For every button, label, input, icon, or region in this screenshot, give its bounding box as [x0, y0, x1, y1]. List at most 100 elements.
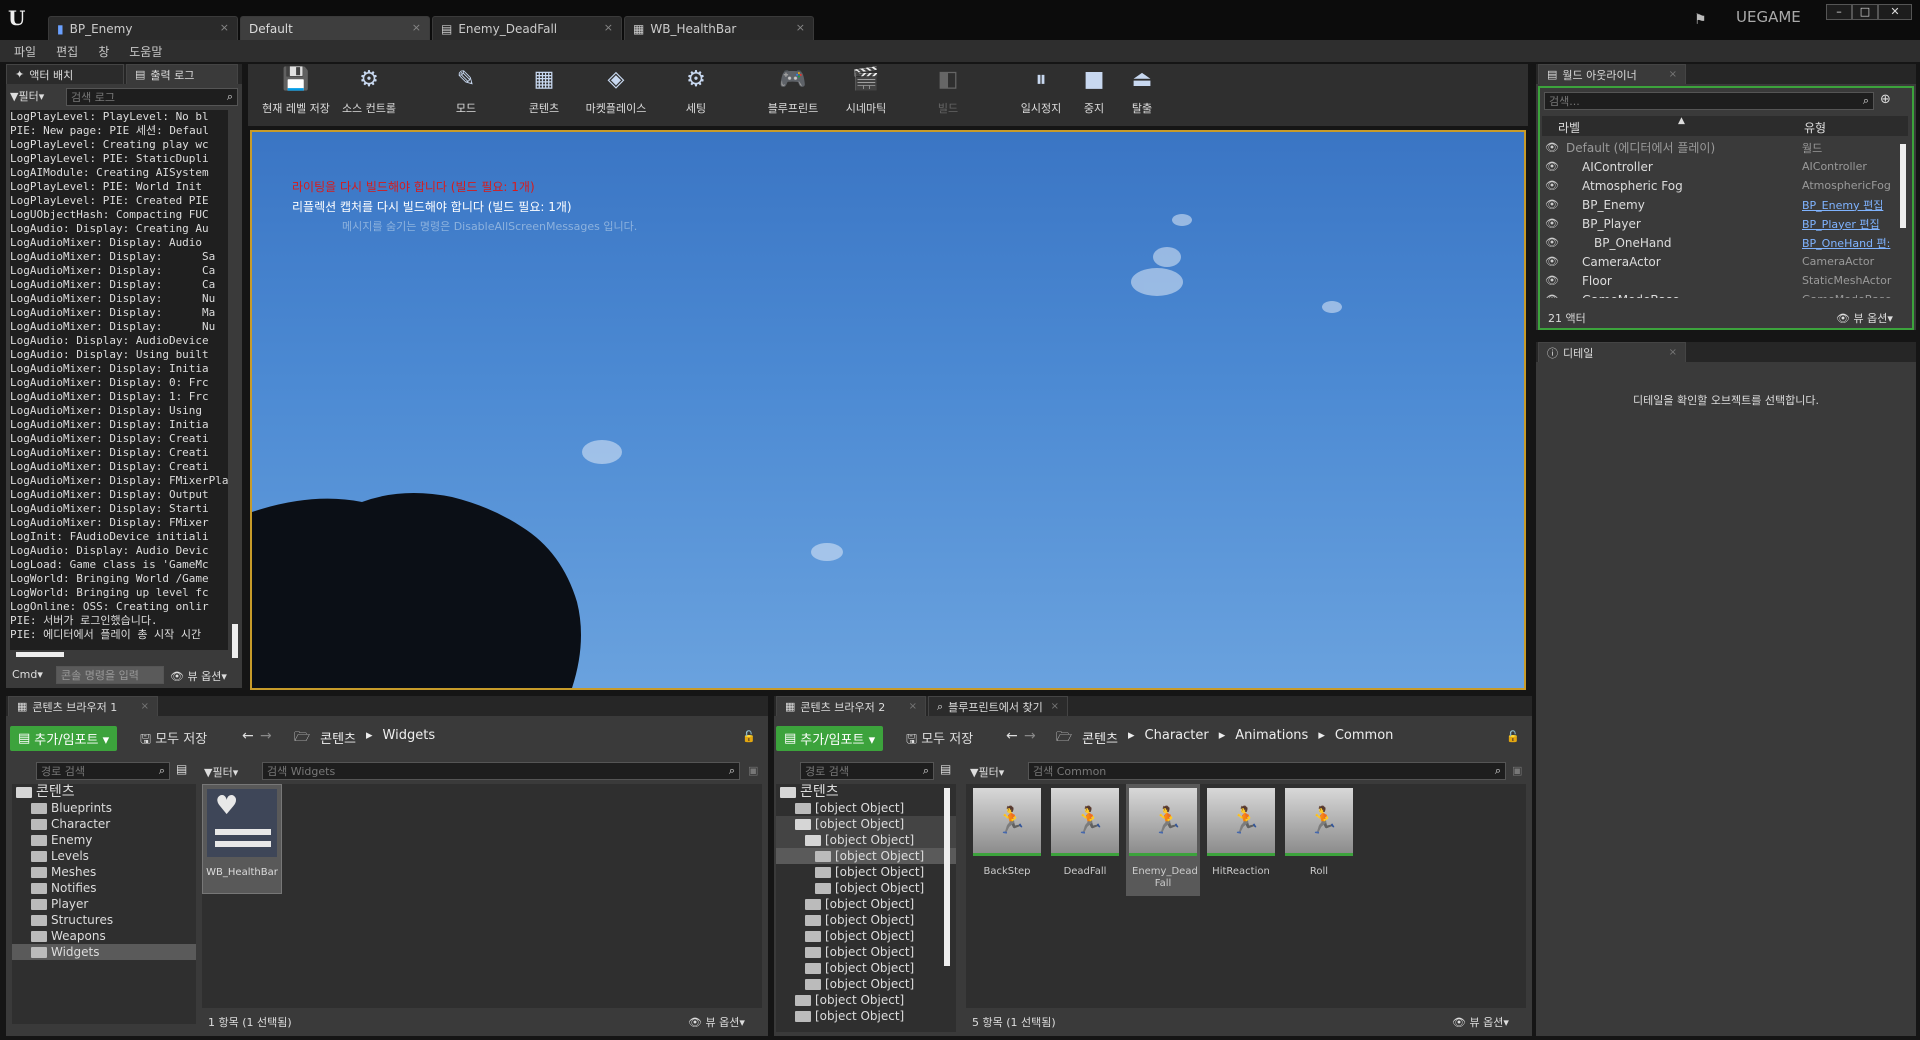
path-search-input[interactable]: 경로 검색 ⌕ [36, 762, 170, 780]
folder-tree-item[interactable]: Meshes [12, 864, 196, 880]
tab-world-outliner[interactable]: ▤ 월드 아웃라이너 × [1538, 64, 1686, 84]
viewport[interactable]: 라이팅을 다시 빌드해야 합니다 (빌드 필요: 1개) 리플렉션 캡처를 다시… [250, 130, 1526, 690]
menu-file[interactable]: 파일 [14, 43, 36, 60]
tab-wb-healthbar[interactable]: ▦ WB_HealthBar × [624, 16, 814, 40]
toolbar-button-1[interactable]: ⚙ 소스 컨트롤 [334, 64, 404, 124]
close-icon[interactable]: × [796, 21, 805, 34]
outliner-row[interactable]: 👁 BP_Player BP_Player 편집 [1542, 214, 1898, 233]
folder-tree-item[interactable]: Blueprints [12, 800, 196, 816]
tab-output-log[interactable]: ▤ 출력 로그 [126, 64, 238, 84]
asset-tile-wb-healthbar[interactable]: ♥ WB_HealthBar [202, 784, 282, 894]
actor-type[interactable]: BP_OneHand 편: [1802, 235, 1890, 251]
tab-enemy-deadfall[interactable]: ▤ Enemy_DeadFall × [432, 16, 622, 40]
folder-tree-item[interactable]: Player [12, 896, 196, 912]
toolbar-button-6[interactable]: 🎮 블루프린트 [760, 64, 826, 124]
notification-icon[interactable]: ⚑ [1694, 12, 1707, 28]
close-window-button[interactable]: ✕ [1878, 4, 1912, 20]
history-back-icon[interactable]: ← [242, 728, 254, 744]
tab-content-browser-1[interactable]: ▦ 콘텐츠 브라우저 1 × [8, 696, 158, 716]
close-icon[interactable]: × [141, 701, 149, 712]
folder-tree-item[interactable]: [object Object] [776, 976, 956, 992]
folder-tree-item[interactable]: Levels [12, 848, 196, 864]
outliner-row[interactable]: 👁 CameraActor CameraActor [1542, 252, 1898, 271]
close-icon[interactable]: × [1051, 701, 1059, 712]
toolbar-button-11[interactable]: ⏏ 탈출 [1124, 64, 1160, 124]
asset-tile-animation[interactable]: 🏃 Enemy_Dead Fall [1126, 784, 1200, 896]
toolbar-button-0[interactable]: 💾 현재 레벨 저장 [256, 64, 336, 124]
close-icon[interactable]: × [1669, 69, 1677, 80]
log-hscrollbar[interactable] [16, 652, 64, 657]
filter-button[interactable]: ▼필터▾ [970, 764, 1004, 780]
outliner-row[interactable]: 👁 Floor StaticMeshActor [1542, 271, 1898, 290]
asset-search-input[interactable]: 검색 Widgets ⌕ [262, 762, 740, 780]
menu-edit[interactable]: 편집 [56, 43, 78, 60]
path-view-icon[interactable]: ▤ [940, 762, 951, 776]
tab-find-in-blueprints[interactable]: ⌕ 블루프린트에서 찾기 × [928, 696, 1068, 716]
tab-default[interactable]: Default × [240, 16, 430, 40]
view-options-button[interactable]: 👁 뷰 옵션▾ [170, 668, 227, 684]
toolbar-button-10[interactable]: ■ 중지 [1076, 64, 1112, 124]
folder-tree-item[interactable]: [object Object] [776, 832, 956, 848]
outliner-view-options[interactable]: 👁 뷰 옵션▾ [1836, 310, 1893, 326]
close-icon[interactable]: × [412, 21, 421, 34]
actor-type[interactable]: BP_Enemy 편집 [1802, 197, 1883, 213]
folder-tree-item[interactable]: Notifies [12, 880, 196, 896]
col-type[interactable]: 유형 [1804, 119, 1826, 136]
add-import-button[interactable]: ▤ 추가/임포트 ▾ [10, 726, 118, 751]
path-view-icon[interactable]: ▤ [176, 762, 187, 776]
asset-tile-animation[interactable]: 🏃 HitReaction [1204, 784, 1278, 884]
folder-tree-item[interactable]: [object Object] [776, 848, 956, 864]
save-search-icon[interactable]: ▣ [1512, 764, 1522, 777]
visibility-eye-icon[interactable]: 👁 [1542, 198, 1562, 211]
close-icon[interactable]: × [604, 21, 613, 34]
visibility-eye-icon[interactable]: 👁 [1542, 255, 1562, 268]
folder-tree-item[interactable]: [object Object] [776, 800, 956, 816]
breadcrumb-widgets[interactable]: Widgets [383, 728, 436, 750]
folder-tree-item[interactable]: [object Object] [776, 1008, 956, 1024]
close-icon[interactable]: × [220, 21, 229, 34]
folder-tree-item[interactable]: [object Object] [776, 816, 956, 832]
outliner-row[interactable]: 👁 Default (에디터에서 플레이) 월드 [1542, 138, 1898, 157]
folder-tree-item[interactable]: [object Object] [776, 992, 956, 1008]
visibility-eye-icon[interactable]: 👁 [1542, 293, 1562, 298]
outliner-scrollbar[interactable] [1900, 144, 1906, 228]
folder-tree-item[interactable]: Enemy [12, 832, 196, 848]
asset-tile-animation[interactable]: 🏃 DeadFall [1048, 784, 1122, 884]
console-command-input[interactable]: 콘솔 명령을 입력 [56, 666, 164, 684]
outliner-row[interactable]: 👁 BP_OneHand BP_OneHand 편: [1542, 233, 1898, 252]
folder-tree-item[interactable]: [object Object] [776, 880, 956, 896]
breadcrumb-content[interactable]: 콘텐츠 [1082, 728, 1118, 750]
tab-bp-enemy[interactable]: ▮ BP_Enemy × [48, 16, 238, 40]
visibility-eye-icon[interactable]: 👁 [1542, 141, 1562, 154]
outliner-row[interactable]: 👁 BP_Enemy BP_Enemy 편집 [1542, 195, 1898, 214]
folder-tree-item[interactable]: [object Object] [776, 928, 956, 944]
folder-tree-item[interactable]: Character [12, 816, 196, 832]
asset-tile-animation[interactable]: 🏃 Roll [1282, 784, 1356, 884]
folder-tree-item[interactable]: 콘텐츠 [12, 784, 196, 800]
filter-button[interactable]: ▼필터▾ [204, 764, 238, 780]
cb1-view-options[interactable]: 👁 뷰 옵션▾ [688, 1014, 745, 1030]
save-all-button[interactable]: 🖫 모두 저장 [906, 728, 973, 752]
actor-type[interactable]: BP_Player 편집 [1802, 216, 1880, 232]
asset-tile-animation[interactable]: 🏃 BackStep [970, 784, 1044, 884]
visibility-eye-icon[interactable]: 👁 [1542, 217, 1562, 230]
history-back-icon[interactable]: ← [1006, 728, 1018, 744]
toolbar-button-8[interactable]: ◧ 빌드 [928, 64, 968, 124]
outliner-row[interactable]: 👁 GameModeBaseGameModeBase [1542, 290, 1898, 299]
toolbar-button-5[interactable]: ⚙ 세팅 [676, 64, 716, 124]
unreal-logo[interactable]: U [8, 6, 34, 32]
menu-help[interactable]: 도움말 [129, 43, 162, 60]
breadcrumb-animations[interactable]: Animations [1235, 728, 1308, 750]
close-icon[interactable]: × [1669, 347, 1677, 358]
breadcrumb-character[interactable]: Character [1145, 728, 1209, 750]
toolbar-button-4[interactable]: ◈ 마켓플레이스 [578, 64, 654, 124]
minimize-button[interactable]: – [1826, 4, 1852, 20]
visibility-eye-icon[interactable]: 👁 [1542, 236, 1562, 249]
tree-scrollbar[interactable] [944, 788, 950, 966]
filter-button[interactable]: ▼필터▾ [10, 88, 44, 104]
folder-tree-item[interactable]: Weapons [12, 928, 196, 944]
cmd-button[interactable]: Cmd▾ [12, 668, 43, 681]
add-import-button[interactable]: ▤ 추가/임포트 ▾ [776, 726, 884, 751]
tab-place-actors[interactable]: ✦ 액터 배치 [6, 64, 124, 84]
asset-search-input[interactable]: 검색 Common ⌕ [1028, 762, 1506, 780]
